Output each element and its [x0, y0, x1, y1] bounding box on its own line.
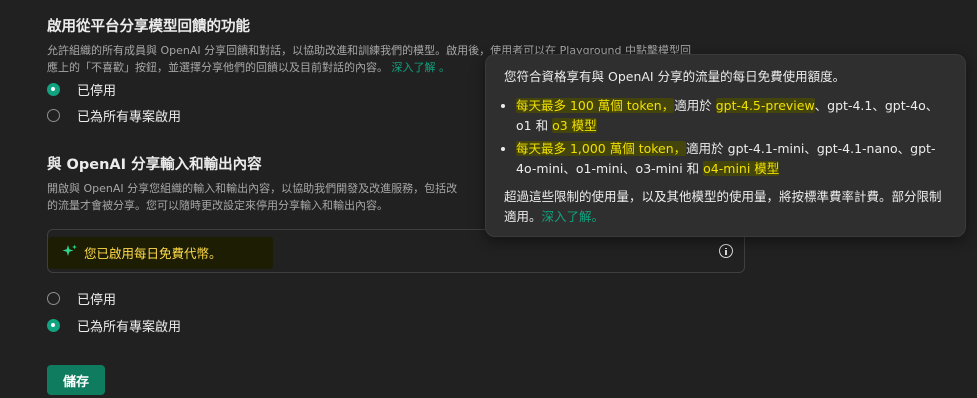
sharing-description-line2: 的流量才會被分享。您可以隨時更改設定來停用分享輸入和輸出內容。 — [47, 199, 388, 212]
sharing-option-disabled[interactable]: 已停用 — [47, 288, 116, 308]
model-highlight: o3 模型 — [552, 118, 597, 133]
feedback-option-disabled[interactable]: 已停用 — [47, 79, 116, 99]
sharing-option-disabled-label: 已停用 — [77, 292, 117, 308]
model-highlight: gpt-4.5-preview — [715, 98, 815, 113]
info-icon[interactable] — [719, 244, 733, 258]
limit-text: o1 和 — [516, 118, 553, 133]
tooltip-learn-more-link[interactable]: 深入了解。 — [542, 209, 605, 224]
sharing-section: 與 OpenAI 分享輸入和輸出內容 開啟與 OpenAI 分享您組織的輸入和輸… — [47, 155, 487, 214]
limit-text: 適用於 gpt-4.1-mini、gpt-4.1-nano、gpt- — [686, 141, 936, 156]
free-usage-tooltip: 您符合資格享有與 OpenAI 分享的流量的每日免費使用額度。 每天最多 100… — [485, 54, 966, 237]
sharing-description-line1: 開啟與 OpenAI 分享您組織的輸入和輸出內容，以協助我們開發及改進服務，包括… — [47, 182, 458, 195]
banner-text: 您已啟用每日免費代幣。 — [84, 246, 222, 261]
feedback-section-title: 啟用從平台分享模型回饋的功能 — [47, 19, 250, 35]
feedback-option-disabled-label: 已停用 — [77, 83, 117, 99]
sparkle-icon — [62, 244, 77, 256]
feedback-learn-more-link[interactable]: 深入了解 。 — [392, 61, 451, 74]
tooltip-limit-item: 每天最多 100 萬個 token，適用於 gpt-4.5-preview、gp… — [516, 96, 949, 136]
feedback-option-enabled-all[interactable]: 已為所有專案啟用 — [47, 105, 181, 125]
sharing-option-enabled-all[interactable]: 已為所有專案啟用 — [47, 315, 181, 335]
radio-selected-icon[interactable] — [47, 318, 60, 332]
feedback-option-enabled-all-label: 已為所有專案啟用 — [77, 109, 182, 125]
sharing-option-enabled-all-label: 已為所有專案啟用 — [77, 319, 182, 335]
tooltip-footer: 超過這些限制的使用量，以及其他模型的使用量，將按標準費率計費。部分限制適用。深入… — [504, 187, 949, 227]
limit-text: 適用於 — [674, 98, 716, 113]
radio-selected-icon[interactable] — [47, 82, 60, 96]
radio-unselected-icon[interactable] — [47, 291, 60, 305]
limit-text: 4o-mini、o1-mini、o3-mini 和 — [516, 161, 704, 176]
limit-highlight: 每天最多 1,000 萬個 token， — [516, 141, 687, 156]
sharing-section-description: 開啟與 OpenAI 分享您組織的輸入和輸出內容，以協助我們開發及改進服務，包括… — [47, 180, 487, 214]
tooltip-limits-list: 每天最多 100 萬個 token，適用於 gpt-4.5-preview、gp… — [504, 96, 949, 179]
save-button[interactable]: 儲存 — [47, 365, 105, 395]
model-highlight: o4-mini 模型 — [703, 161, 780, 176]
feedback-description-line2: 應上的「不喜歡」按鈕，並選擇分享他們的回饋以及目前對話的內容。 — [47, 61, 388, 74]
limit-text: 、gpt-4.1、gpt-4o、 — [814, 98, 939, 113]
sharing-section-title: 與 OpenAI 分享輸入和輸出內容 — [47, 157, 262, 173]
radio-unselected-icon[interactable] — [47, 108, 60, 122]
limit-highlight: 每天最多 100 萬個 token， — [516, 98, 675, 113]
tooltip-limit-item: 每天最多 1,000 萬個 token，適用於 gpt-4.1-mini、gpt… — [516, 139, 949, 179]
tooltip-intro: 您符合資格享有與 OpenAI 分享的流量的每日免費使用額度。 — [504, 69, 846, 84]
